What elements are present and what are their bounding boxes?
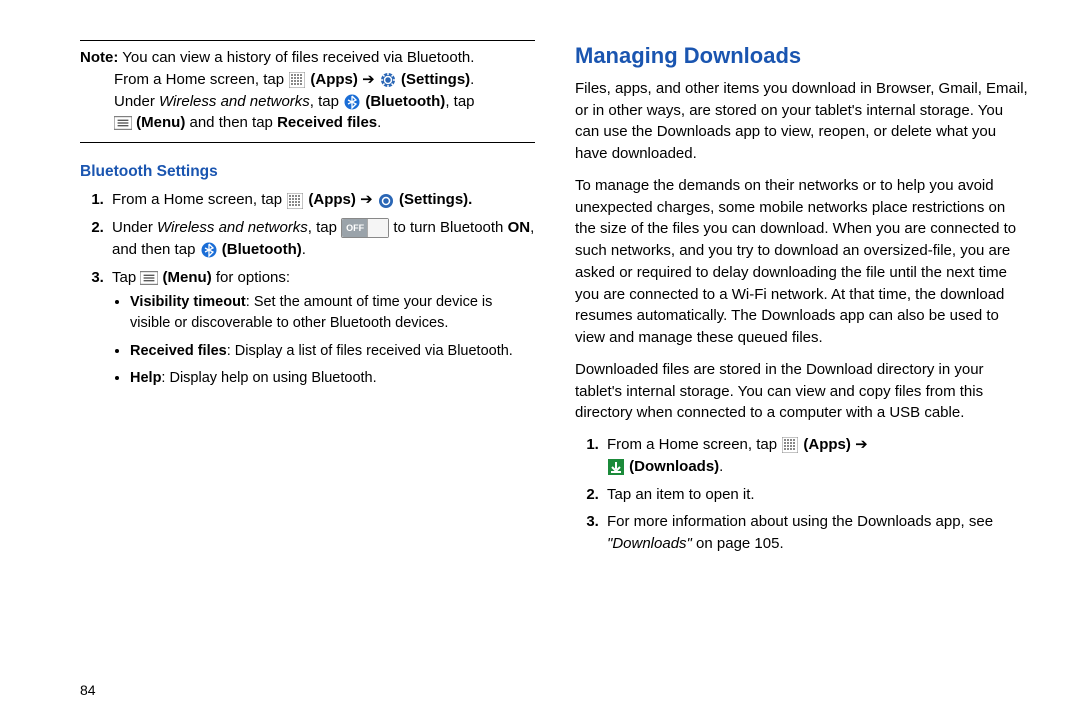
menu-label: (Menu) — [136, 114, 185, 131]
b2-title: Received files — [130, 343, 227, 359]
note-italic: Wireless and networks — [159, 93, 310, 110]
apps-label: (Apps) — [310, 71, 358, 88]
download-arrow-icon — [607, 458, 625, 476]
step2-b: , tap — [308, 219, 341, 236]
settings-gear-icon — [377, 192, 395, 210]
step-2: Under Wireless and networks, tap OFF to … — [108, 217, 535, 261]
menu-icon — [114, 114, 132, 132]
bluetooth-label: (Bluetooth) — [365, 93, 445, 110]
note-text-4b: . — [377, 114, 381, 131]
step3-b: for options: — [212, 269, 290, 286]
bullet-received: Received files: Display a list of files … — [130, 341, 535, 362]
bluetooth-icon — [343, 93, 361, 111]
off-toggle-icon: OFF — [341, 218, 389, 238]
settings-label: (Settings). — [399, 191, 472, 208]
downloads-p3: Downloaded files are stored in the Downl… — [575, 359, 1030, 424]
dl-step3-a: For more information about using the Dow… — [607, 513, 993, 530]
b3-title: Help — [130, 370, 161, 386]
off-text: OFF — [342, 219, 368, 237]
dl-step1-dot: . — [719, 458, 723, 475]
dl-step-1: From a Home screen, tap (Apps) ➔ (Downlo… — [603, 434, 1030, 478]
downloads-steps: From a Home screen, tap (Apps) ➔ (Downlo… — [575, 434, 1030, 555]
step2-a: Under — [112, 219, 157, 236]
settings-label: (Settings) — [401, 71, 470, 88]
managing-downloads-heading: Managing Downloads — [575, 40, 1030, 72]
bluetooth-settings-heading: Bluetooth Settings — [80, 161, 535, 183]
b1-title: Visibility timeout — [130, 294, 246, 310]
settings-gear-icon — [379, 71, 397, 89]
downloads-p1: Files, apps, and other items you downloa… — [575, 78, 1030, 165]
menu-label: (Menu) — [163, 269, 212, 286]
note-text-2a: From a Home screen, tap — [114, 71, 288, 88]
step2-e: . — [302, 241, 306, 258]
apps-grid-icon — [781, 436, 799, 454]
step-3: Tap (Menu) for options: Visibility timeo… — [108, 267, 535, 389]
step3-a: Tap — [112, 269, 140, 286]
apps-grid-icon — [286, 192, 304, 210]
menu-icon — [140, 269, 158, 287]
dl-step3-ital: "Downloads" — [607, 535, 692, 552]
step-1: From a Home screen, tap (Apps) ➔ (Settin… — [108, 189, 535, 211]
received-files-label: Received files — [277, 114, 377, 131]
step2-c: to turn Bluetooth — [393, 219, 507, 236]
menu-options: Visibility timeout: Set the amount of ti… — [112, 292, 535, 388]
b3-text: : Display help on using Bluetooth. — [161, 370, 376, 386]
bullet-visibility: Visibility timeout: Set the amount of ti… — [130, 292, 535, 334]
right-column: Managing Downloads Files, apps, and othe… — [575, 40, 1030, 561]
note-text-1: You can view a history of files received… — [118, 49, 474, 66]
step1-a: From a Home screen, tap — [112, 191, 286, 208]
bullet-help: Help: Display help on using Bluetooth. — [130, 368, 535, 389]
arrow: ➔ — [855, 436, 868, 453]
downloads-p2: To manage the demands on their networks … — [575, 175, 1030, 349]
bluetooth-label: (Bluetooth) — [222, 241, 302, 258]
left-column: Note: You can view a history of files re… — [80, 40, 535, 561]
arrow: ➔ — [360, 191, 377, 208]
on-label: ON — [508, 219, 531, 236]
apps-label: (Apps) — [308, 191, 356, 208]
bluetooth-icon — [200, 241, 218, 259]
arrow: ➔ — [362, 71, 379, 88]
note-text-4a: and then tap — [185, 114, 277, 131]
note-label: Note: — [80, 49, 118, 66]
dl-step-2: Tap an item to open it. — [603, 484, 1030, 506]
note-text-3a: Under — [114, 93, 159, 110]
step2-ital: Wireless and networks — [157, 219, 308, 236]
note-text-3c: , tap — [445, 93, 474, 110]
b2-text: : Display a list of files received via B… — [227, 343, 513, 359]
dl-step-3: For more information about using the Dow… — [603, 511, 1030, 555]
apps-label: (Apps) — [803, 436, 851, 453]
apps-grid-icon — [288, 71, 306, 89]
bluetooth-steps: From a Home screen, tap (Apps) ➔ (Settin… — [80, 189, 535, 388]
page-number: 84 — [80, 682, 96, 698]
downloads-label: (Downloads) — [629, 458, 719, 475]
dl-step3-b: on page 105. — [692, 535, 784, 552]
note-box: Note: You can view a history of files re… — [80, 40, 535, 143]
note-text-3b: , tap — [310, 93, 343, 110]
dl-step1-a: From a Home screen, tap — [607, 436, 781, 453]
